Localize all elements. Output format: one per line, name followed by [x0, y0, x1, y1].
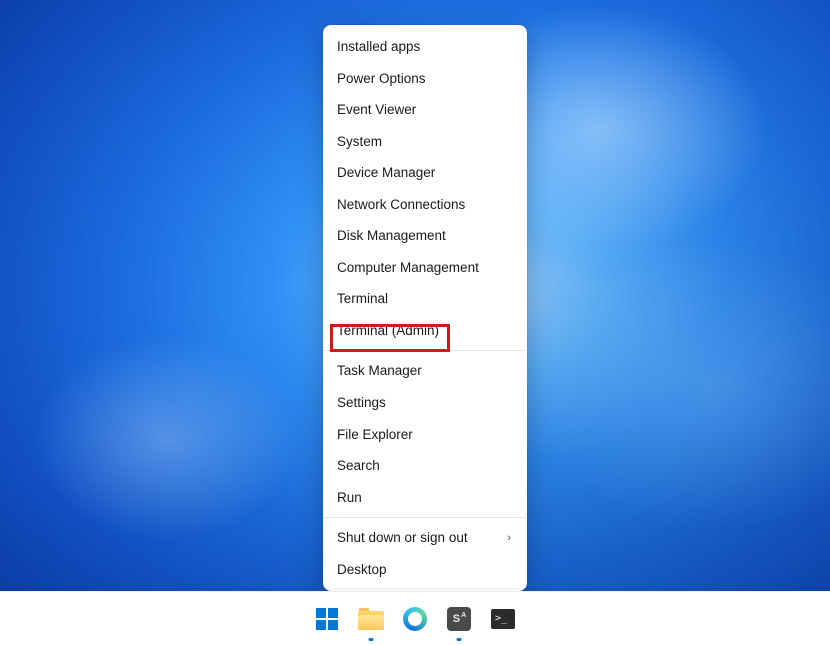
terminal-button[interactable]: >_ — [488, 604, 518, 634]
menu-item-disk-management[interactable]: Disk Management — [323, 220, 527, 252]
menu-item-system[interactable]: System — [323, 126, 527, 158]
menu-item-installed-apps[interactable]: Installed apps — [323, 31, 527, 63]
start-button[interactable] — [312, 604, 342, 634]
terminal-icon: >_ — [491, 609, 515, 629]
menu-item-terminal-label: Terminal — [337, 290, 388, 308]
windows-logo-icon — [316, 608, 338, 630]
menu-item-installed-apps-label: Installed apps — [337, 38, 420, 56]
taskbar: SA >_ — [0, 591, 830, 645]
menu-item-shutdown-signout[interactable]: Shut down or sign out › — [323, 522, 527, 554]
menu-item-terminal[interactable]: Terminal — [323, 283, 527, 315]
menu-item-terminal-admin-label: Terminal (Admin) — [337, 322, 439, 340]
menu-item-search[interactable]: Search — [323, 450, 527, 482]
menu-item-file-explorer-label: File Explorer — [337, 426, 413, 444]
menu-item-shutdown-signout-label: Shut down or sign out — [337, 529, 468, 547]
menu-item-desktop-label: Desktop — [337, 561, 387, 579]
menu-item-event-viewer[interactable]: Event Viewer — [323, 94, 527, 126]
menu-item-event-viewer-label: Event Viewer — [337, 101, 416, 119]
menu-item-task-manager[interactable]: Task Manager — [323, 355, 527, 387]
menu-item-terminal-admin[interactable]: Terminal (Admin) — [323, 315, 527, 347]
file-explorer-icon — [358, 608, 384, 630]
sublime-button[interactable]: SA — [444, 604, 474, 634]
menu-item-settings[interactable]: Settings — [323, 387, 527, 419]
menu-item-power-options[interactable]: Power Options — [323, 63, 527, 95]
winx-context-menu: Installed apps Power Options Event Viewer S… — [323, 25, 527, 591]
menu-item-device-manager-label: Device Manager — [337, 164, 435, 182]
chevron-right-icon: › — [507, 531, 511, 545]
menu-item-file-explorer[interactable]: File Explorer — [323, 419, 527, 451]
desktop-wallpaper: Installed apps Power Options Event Viewer S… — [0, 0, 830, 645]
file-explorer-button[interactable] — [356, 604, 386, 634]
menu-item-run[interactable]: Run — [323, 482, 527, 514]
menu-separator — [324, 517, 526, 518]
menu-item-network-connections[interactable]: Network Connections — [323, 189, 527, 221]
menu-item-task-manager-label: Task Manager — [337, 362, 422, 380]
menu-item-run-label: Run — [337, 489, 362, 507]
edge-icon — [403, 607, 427, 631]
menu-item-network-connections-label: Network Connections — [337, 196, 465, 214]
menu-item-desktop[interactable]: Desktop — [323, 554, 527, 586]
menu-item-search-label: Search — [337, 457, 380, 475]
menu-item-system-label: System — [337, 133, 382, 151]
menu-item-device-manager[interactable]: Device Manager — [323, 157, 527, 189]
edge-button[interactable] — [400, 604, 430, 634]
menu-item-computer-management[interactable]: Computer Management — [323, 252, 527, 284]
menu-item-computer-management-label: Computer Management — [337, 259, 479, 277]
menu-item-settings-label: Settings — [337, 394, 386, 412]
menu-separator — [324, 350, 526, 351]
menu-item-disk-management-label: Disk Management — [337, 227, 446, 245]
menu-item-power-options-label: Power Options — [337, 70, 426, 88]
app-s-icon: SA — [447, 607, 471, 631]
